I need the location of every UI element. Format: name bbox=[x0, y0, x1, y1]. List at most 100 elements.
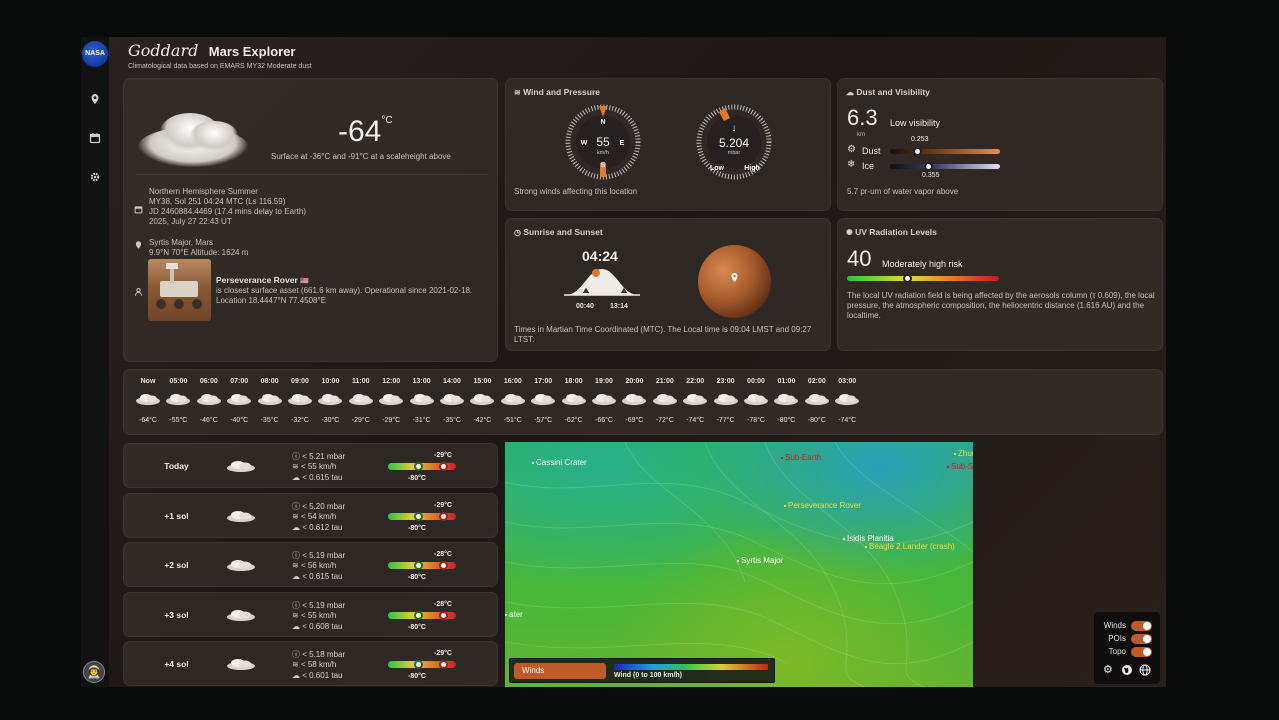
daily-forecast-row[interactable]: +2 sol ⓘ < 5.19 mbar ≋ < 56 km/h ☁ < 0.615 … bbox=[123, 542, 498, 587]
goddard-logo: Goddard bbox=[128, 41, 199, 60]
hourly-temp: -80°C bbox=[807, 417, 826, 424]
mars-globe[interactable] bbox=[698, 245, 771, 318]
astronaut-avatar[interactable]: 👨‍🚀 bbox=[83, 661, 105, 683]
hourly-temp: -31°C bbox=[412, 417, 431, 424]
season-text: Northern Hemisphere Summer bbox=[149, 187, 258, 196]
daily-forecast-row[interactable]: +3 sol ⓘ < 5.19 mbar ≋ < 55 km/h ☁ < 0.608 … bbox=[123, 591, 498, 637]
hourly-temp: -29°C bbox=[351, 417, 370, 424]
dust-stat: ☁ < 0.608 tau bbox=[292, 621, 343, 631]
sunrise-icon: ⛰ bbox=[583, 286, 590, 295]
winds-toggle[interactable] bbox=[1131, 621, 1152, 631]
dust-stat: ☁ < 0.615 tau bbox=[292, 572, 343, 581]
cloud-icon bbox=[348, 392, 374, 406]
hourly-time: 14:00 bbox=[443, 378, 461, 385]
cloud-icon bbox=[652, 392, 678, 406]
winds-layer-button[interactable]: Winds bbox=[514, 663, 606, 679]
dust-slider bbox=[890, 149, 1000, 154]
hourly-time: 21:00 bbox=[655, 378, 674, 385]
cloud-icon bbox=[409, 392, 435, 406]
cloud-icon bbox=[225, 558, 257, 577]
cloud-icon bbox=[834, 392, 860, 406]
daily-forecast-row[interactable]: +1 sol ⓘ < 5.20 mbar ≋ < 54 km/h ☁ < 0.612 … bbox=[123, 492, 498, 538]
hourly-time: 07:00 bbox=[230, 378, 249, 385]
pressure-stat: ⓘ < 5.20 mbar bbox=[292, 501, 346, 511]
side-rail: NASA 👨‍🚀 bbox=[81, 37, 109, 687]
cloud-icon bbox=[317, 392, 343, 406]
wind-icon: ≋ bbox=[292, 511, 299, 521]
current-temperature: -64°C bbox=[338, 115, 393, 148]
header: Goddard Mars Explorer bbox=[128, 41, 295, 61]
sunrise-sunset-panel: ◷ Sunrise and Sunset 04:24 ⛰ ⛰ 00:40 13:… bbox=[505, 218, 831, 351]
rover-title[interactable]: Perseverance Rover 🇺🇸 bbox=[216, 275, 309, 285]
poi-sub-solar[interactable]: Sub-S bbox=[947, 462, 973, 471]
hourly-temp: -42°C bbox=[473, 417, 492, 424]
daily-forecast-row[interactable]: +4 sol ⓘ < 5.18 mbar ≋ < 58 km/h ☁ < 0.601 … bbox=[123, 641, 498, 686]
hourly-time: 16:00 bbox=[503, 378, 522, 385]
water-vapor-note: 5.7 pr-um of water vapor above bbox=[847, 187, 959, 196]
poi-zhurong[interactable]: Zhur bbox=[954, 449, 973, 458]
hourly-time: 03:00 bbox=[838, 378, 857, 385]
max-temp: -29°C bbox=[434, 501, 452, 509]
nasa-logo[interactable]: NASA bbox=[82, 41, 108, 67]
poi-crater-partial[interactable]: ater bbox=[505, 610, 523, 619]
dust-value: 0.253 bbox=[911, 136, 929, 143]
hourly-time: Now bbox=[140, 378, 156, 385]
hourly-temp: -62°C bbox=[564, 417, 583, 424]
poi-syrtis-major[interactable]: Syrtis Major bbox=[737, 556, 783, 565]
mars-date-text: MY38, Sol 251 04:24 MTC (Ls 116.59) bbox=[149, 197, 286, 206]
cloud-icon bbox=[225, 459, 257, 478]
winds-toggle-label: Winds bbox=[1103, 621, 1126, 630]
day-label: +1 sol bbox=[164, 510, 189, 521]
dust-cloud-icon: ☁ bbox=[292, 473, 300, 482]
dust-cloud-icon: ☁ bbox=[292, 522, 300, 532]
info-icon: ⓘ bbox=[292, 600, 300, 610]
poi-sub-earth[interactable]: Sub-Earth bbox=[781, 453, 821, 462]
day-label: +3 sol bbox=[164, 609, 189, 620]
sunset-icon: ⛰ bbox=[621, 286, 628, 295]
poi-perseverance-rover[interactable]: Perseverance Rover bbox=[784, 501, 861, 510]
cloud-icon bbox=[682, 392, 708, 406]
poi-cassini-crater[interactable]: Cassini Crater bbox=[532, 458, 587, 467]
cloud-icon bbox=[773, 392, 799, 406]
uv-scale-knob bbox=[902, 274, 912, 283]
app-title: Mars Explorer bbox=[208, 44, 296, 59]
topo-toggle[interactable] bbox=[1131, 647, 1152, 657]
hourly-time: 17:00 bbox=[534, 378, 553, 385]
location-pin-icon bbox=[134, 237, 143, 255]
location-pin-icon[interactable] bbox=[88, 93, 102, 107]
hourly-time: 08:00 bbox=[260, 378, 279, 385]
cloud-icon bbox=[804, 392, 830, 406]
dust-visibility-panel: ☁ Dust and Visibility 6.3 km Low visibil… bbox=[837, 78, 1163, 211]
max-temp: -28°C bbox=[434, 551, 452, 558]
cloud-icon bbox=[439, 392, 465, 406]
pois-toggle[interactable] bbox=[1131, 634, 1152, 644]
sun-arc-graph: ⛰ ⛰ bbox=[564, 269, 640, 296]
hourly-temp: -55°C bbox=[169, 417, 188, 424]
daily-forecast-row[interactable]: Today ⓘ < 5.21 mbar ≋ < 55 km/h ☁ < 0.615 t… bbox=[123, 443, 498, 488]
dust-stat: ☁ < 0.615 tau bbox=[292, 473, 343, 482]
wind-map[interactable]: Cassini Crater Sub-Earth Zhur Sub-S Pers… bbox=[505, 442, 973, 687]
calendar-icon bbox=[134, 201, 143, 219]
min-temp: -80°C bbox=[408, 673, 426, 680]
grid-globe-icon[interactable] bbox=[1139, 663, 1151, 681]
settings-icon[interactable]: ⚙ bbox=[1103, 663, 1113, 676]
info-icon: ⓘ bbox=[292, 501, 300, 511]
map-layer-toggles: Winds POIs Topo ⚙ bbox=[1094, 612, 1160, 684]
topo-toggle-label: Topo bbox=[1108, 647, 1126, 656]
hourly-time: 00:00 bbox=[747, 378, 765, 385]
globe-icon[interactable] bbox=[1121, 663, 1133, 681]
cloud-icon bbox=[591, 392, 617, 406]
hourly-temp: -57°C bbox=[534, 417, 553, 424]
current-conditions-panel: -64°C Surface at -36°C and -91°C at a sc… bbox=[123, 78, 498, 362]
calendar-icon[interactable] bbox=[88, 132, 102, 146]
gear-icon[interactable] bbox=[88, 171, 102, 185]
poi-beagle-2-lander[interactable]: Beagle 2 Lander (crash) bbox=[865, 542, 955, 551]
pressure-stat: ⓘ < 5.19 mbar bbox=[292, 600, 346, 610]
divider bbox=[136, 174, 488, 175]
dust-cloud-icon: ☁ bbox=[292, 572, 300, 581]
hourly-time: 05:00 bbox=[169, 378, 188, 385]
rover-name[interactable]: Perseverance Rover bbox=[216, 275, 298, 285]
wind-stat: ≋ < 55 km/h bbox=[292, 462, 337, 471]
ice-value: 0.355 bbox=[922, 172, 940, 179]
max-temp: -29°C bbox=[434, 650, 452, 657]
